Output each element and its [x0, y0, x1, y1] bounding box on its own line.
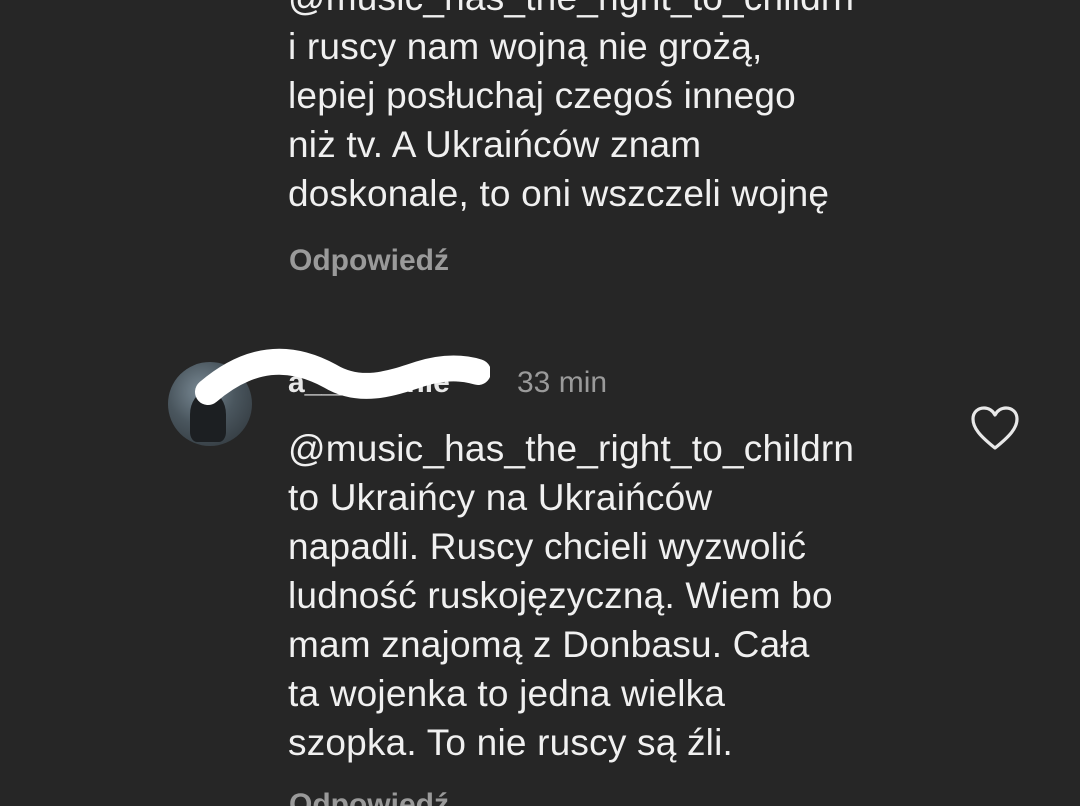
comment-text: @music_has_the_right_to_childrn i ruscy … — [288, 0, 854, 214]
reply-button[interactable]: Odpowiedź — [289, 788, 449, 806]
redaction-scribble — [195, 348, 490, 405]
comment-item: a_____nnie 33 min @music_has_the_right_t… — [0, 340, 1080, 806]
comment-text: @music_has_the_right_to_childrn to Ukrai… — [288, 428, 855, 763]
comment-item: @music_has_the_right_to_childrn i ruscy … — [0, 0, 1080, 300]
heart-icon[interactable] — [970, 406, 1020, 452]
comment-timestamp: 33 min — [517, 366, 608, 399]
reply-button[interactable]: Odpowiedź — [289, 244, 449, 278]
